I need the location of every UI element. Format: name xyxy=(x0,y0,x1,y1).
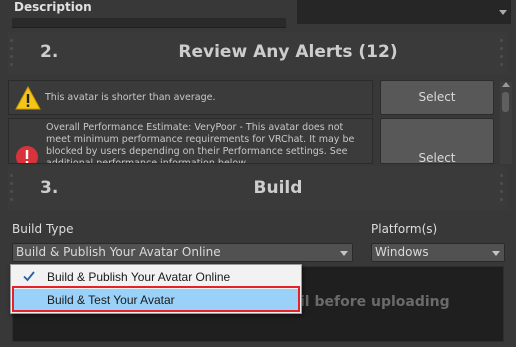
chevron-down-icon xyxy=(492,251,500,256)
platform-value: Windows xyxy=(375,245,429,259)
alert-text: This avatar is shorter than average. xyxy=(45,92,216,103)
build-type-dropdown[interactable]: Build & Publish Your Avatar Online xyxy=(12,243,353,262)
alerts-step-number: 2. xyxy=(40,42,59,62)
drag-handle-icon xyxy=(500,170,506,206)
alert-item: This avatar is shorter than average. xyxy=(8,80,373,115)
check-icon xyxy=(23,271,35,282)
alerts-section-title: Review Any Alerts (12) xyxy=(178,42,398,62)
description-input[interactable] xyxy=(12,18,286,28)
alert-text: Overall Performance Estimate: VeryPoor -… xyxy=(46,122,355,164)
thumbnail-area xyxy=(297,0,511,24)
chevron-down-icon xyxy=(340,251,348,256)
build-section-header: 3. Build xyxy=(8,166,508,210)
drag-handle-icon xyxy=(10,35,16,71)
scrollbar-thumb[interactable] xyxy=(502,92,509,112)
build-step-number: 3. xyxy=(40,178,59,198)
platform-label: Platform(s) xyxy=(371,222,438,236)
description-label: Description xyxy=(14,0,92,14)
menu-item-label: Build & Publish Your Avatar Online xyxy=(47,270,231,284)
select-button[interactable]: Select xyxy=(380,80,494,115)
drag-handle-icon xyxy=(500,35,506,71)
platform-dropdown[interactable]: Windows xyxy=(371,243,505,262)
drag-handle-icon xyxy=(10,170,16,206)
warning-icon xyxy=(15,86,41,110)
build-section-title: Build xyxy=(253,178,303,198)
error-icon xyxy=(16,146,38,163)
upload-panel-text: il before uploading xyxy=(300,294,450,310)
alerts-section-header: 2. Review Any Alerts (12) xyxy=(8,32,508,74)
select-button[interactable]: Select xyxy=(380,118,494,164)
scroll-up-icon[interactable] xyxy=(502,82,510,87)
annotation-highlight xyxy=(12,286,300,312)
menu-item-build-publish[interactable]: Build & Publish Your Avatar Online xyxy=(12,266,300,288)
build-type-label: Build Type xyxy=(12,222,74,236)
build-type-value: Build & Publish Your Avatar Online xyxy=(16,245,221,259)
chevron-down-icon[interactable] xyxy=(499,10,507,15)
alert-item: Overall Performance Estimate: VeryPoor -… xyxy=(8,118,373,164)
